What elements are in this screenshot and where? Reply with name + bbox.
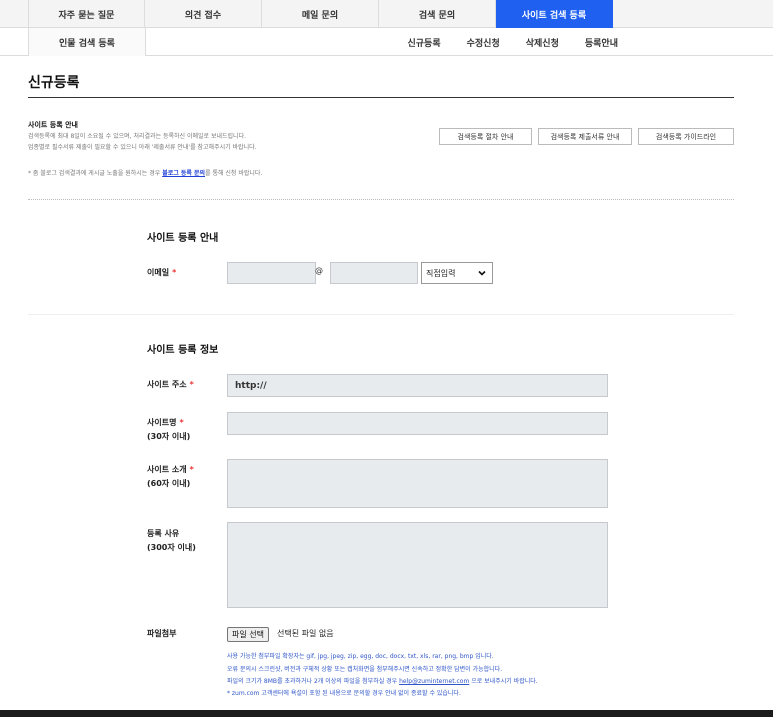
site-name-hint: (30자 이내) bbox=[147, 432, 191, 441]
guide-buttons: 검색등록 절차 안내 검색등록 제출서류 안내 검색등록 가이드라인 bbox=[433, 128, 734, 145]
email-id-input[interactable] bbox=[227, 262, 316, 284]
subnav-delete-request[interactable]: 삭제신청 bbox=[526, 36, 559, 49]
domain-select-value: 직접입력 bbox=[426, 268, 456, 278]
file-note-email-suffix: 으로 보내주시기 바랍니다. bbox=[469, 678, 538, 685]
chevron-down-icon bbox=[478, 270, 486, 276]
top-nav: 자주 묻는 질문 의견 접수 메일 문의 검색 문의 사이트 검색 등록 bbox=[0, 0, 773, 28]
blog-note: * 줌 블로그 검색결과에 게시글 노출을 원하시는 경우 블로그 등록 문의를… bbox=[28, 168, 262, 177]
process-guide-button[interactable]: 검색등록 절차 안내 bbox=[439, 128, 532, 145]
file-note: * zum.com 고객센터에 욕설이 포함 된 내용으로 문의할 경우 안내 … bbox=[227, 690, 461, 697]
page-title: 신규등록 bbox=[28, 75, 80, 91]
reason-label-text: 등록 사유 bbox=[147, 529, 180, 538]
blog-registration-link[interactable]: 블로그 등록 문의 bbox=[162, 170, 205, 177]
footer-bar bbox=[0, 710, 773, 717]
site-url-input[interactable]: http:// bbox=[227, 374, 608, 397]
reason-label: 등록 사유 (300자 이내) bbox=[147, 527, 196, 555]
site-intro-label: 사이트 소개 * (60자 이내) bbox=[147, 463, 194, 491]
site-name-input[interactable] bbox=[227, 412, 608, 435]
email-label-text: 이메일 bbox=[147, 268, 170, 277]
site-intro-label-text: 사이트 소개 bbox=[147, 465, 187, 474]
subnav-links: 신규등록 수정신청 삭제신청 등록안내 bbox=[382, 28, 619, 56]
file-note-size: 파일의 크기가 8MB를 초과하거나 2개 이상의 파일을 첨부하실 경우 bbox=[227, 678, 400, 685]
tab-search-inquiry[interactable]: 검색 문의 bbox=[379, 0, 496, 28]
reason-textarea[interactable] bbox=[227, 522, 608, 608]
title-divider bbox=[28, 97, 734, 98]
file-note: 사용 가능한 첨부파일 확장자는 gif, jpg, jpeg, zip, eg… bbox=[227, 653, 494, 660]
guidelines-button[interactable]: 검색등록 가이드라인 bbox=[638, 128, 734, 145]
required-mark: * bbox=[189, 465, 194, 474]
file-status: 선택된 파일 없음 bbox=[277, 629, 334, 638]
guide-heading: 사이트 등록 안내 bbox=[28, 121, 78, 129]
tab-mail-inquiry[interactable]: 메일 문의 bbox=[262, 0, 379, 28]
email-label: 이메일 * bbox=[147, 266, 176, 280]
url-label-text: 사이트 주소 bbox=[147, 380, 187, 389]
email-domain-select[interactable]: 직접입력 bbox=[421, 262, 493, 284]
section-divider bbox=[28, 314, 734, 315]
section-title-registration-info: 사이트 등록 정보 bbox=[147, 345, 219, 356]
site-name-label: 사이트명 * (30자 이내) bbox=[147, 416, 190, 444]
blog-note-prefix: * 줌 블로그 검색결과에 게시글 노출을 원하시는 경우 bbox=[28, 170, 163, 177]
subnav-registration-guide[interactable]: 등록안내 bbox=[585, 36, 618, 49]
guide-line: 업종별로 필수서류 제출이 필요할 수 있으니 아래 '제출서류 안내'를 참고… bbox=[28, 144, 257, 151]
section-title-registration-guide: 사이트 등록 안내 bbox=[147, 233, 219, 244]
required-mark: * bbox=[189, 380, 194, 389]
tab-site-registration[interactable]: 사이트 검색 등록 bbox=[496, 0, 613, 28]
dotted-divider bbox=[28, 199, 734, 200]
at-symbol: @ bbox=[315, 266, 323, 275]
subnav-new-registration[interactable]: 신규등록 bbox=[408, 36, 441, 49]
tab-feedback[interactable]: 의견 접수 bbox=[145, 0, 262, 28]
file-note: 파일의 크기가 8MB를 초과하거나 2개 이상의 파일을 첨부하실 경우 he… bbox=[227, 676, 538, 685]
required-mark: * bbox=[172, 268, 177, 277]
site-name-label-text: 사이트명 bbox=[147, 418, 177, 427]
url-label: 사이트 주소 * bbox=[147, 378, 194, 392]
reason-hint: (300자 이내) bbox=[147, 543, 196, 552]
site-intro-textarea[interactable] bbox=[227, 459, 608, 508]
site-url-value: http:// bbox=[235, 380, 267, 391]
subnav-edit-request[interactable]: 수정신청 bbox=[467, 36, 500, 49]
file-label: 파일첨부 bbox=[147, 629, 177, 638]
email-domain-input[interactable] bbox=[330, 262, 418, 284]
site-intro-hint: (60자 이내) bbox=[147, 479, 191, 488]
help-email-link[interactable]: help@zuminternet.com bbox=[399, 678, 469, 685]
file-note: 오류 문의시 스크린샷, 버전과 구체적 상황 또는 캡처화면을 첨부해주시면 … bbox=[227, 666, 503, 673]
required-mark: * bbox=[179, 418, 184, 427]
blog-note-suffix: 를 통해 신청 바랍니다. bbox=[205, 170, 263, 177]
subnav-person-registration[interactable]: 인물 검색 등록 bbox=[28, 28, 146, 56]
guide-line: 검색등록에 최대 8일이 소요될 수 있으며, 처리결과는 등록하신 이메일로 … bbox=[28, 133, 246, 140]
file-select-button[interactable]: 파일 선택 bbox=[227, 627, 269, 642]
tab-faq[interactable]: 자주 묻는 질문 bbox=[28, 0, 145, 28]
documents-guide-button[interactable]: 검색등록 제출서류 안내 bbox=[538, 128, 632, 145]
sub-nav: 인물 검색 등록 신규등록 수정신청 삭제신청 등록안내 bbox=[0, 28, 773, 56]
